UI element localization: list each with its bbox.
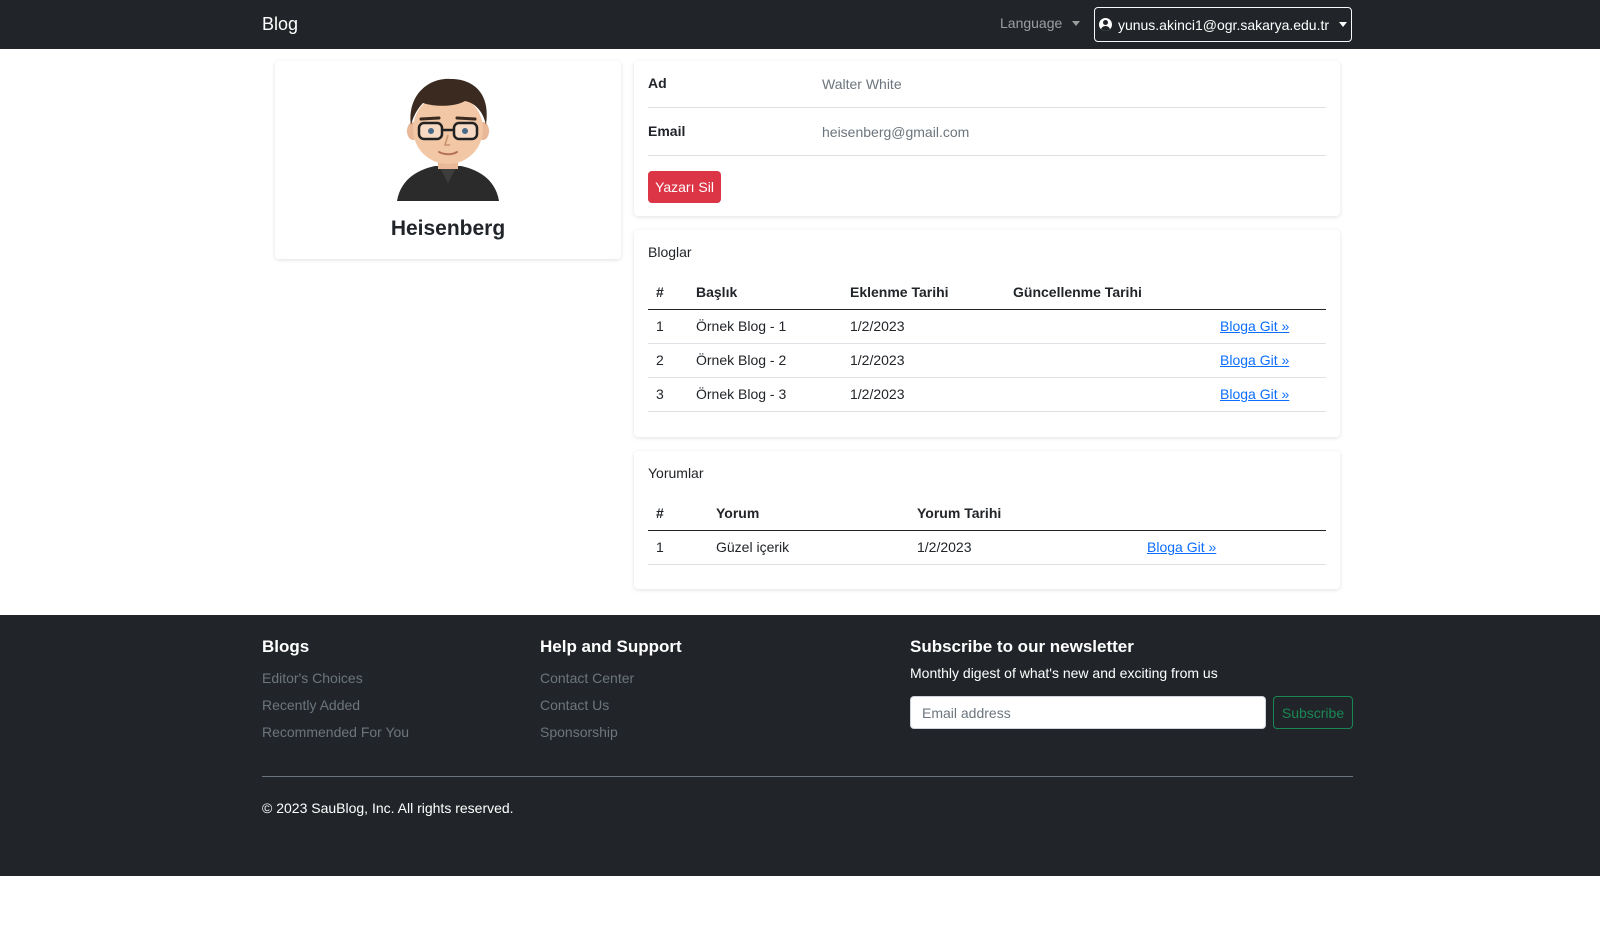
- footer-link-editors-choices[interactable]: Editor's Choices: [262, 665, 409, 692]
- cell-updated: [1005, 309, 1212, 344]
- blogs-title: Bloglar: [648, 244, 692, 260]
- user-circle-icon: [1098, 18, 1112, 31]
- comments-table: # Yorum Yorum Tarihi 1 Güzel içerik 1/2/…: [648, 496, 1326, 565]
- name-value: Walter White: [822, 76, 902, 92]
- footer-col-title: Help and Support: [540, 637, 682, 656]
- profile-name: Heisenberg: [390, 217, 506, 240]
- footer: Blogs Editor's Choices Recently Added Re…: [0, 615, 1600, 876]
- table-row: 2 Örnek Blog - 2 1/2/2023 Bloga Git »: [648, 343, 1326, 378]
- language-label: Language: [1000, 15, 1063, 31]
- col-header-title: Başlık: [688, 275, 842, 310]
- cell-title: Örnek Blog - 3: [688, 377, 842, 412]
- newsletter-title: Subscribe to our newsletter: [910, 637, 1134, 656]
- col-header-action: [1139, 496, 1326, 531]
- col-header-comment: Yorum: [708, 496, 909, 531]
- cell-index: 2: [648, 343, 688, 378]
- footer-link-contact-us[interactable]: Contact Us: [540, 692, 682, 719]
- blogs-header-row: # Başlık Eklenme Tarihi Güncellenme Tari…: [648, 275, 1326, 310]
- col-header-created: Eklenme Tarihi: [842, 275, 1005, 310]
- subscribe-button[interactable]: Subscribe: [1273, 696, 1353, 729]
- col-header-updated: Güncellenme Tarihi: [1005, 275, 1212, 310]
- table-row: 1 Güzel içerik 1/2/2023 Bloga Git »: [648, 530, 1326, 565]
- delete-author-button[interactable]: Yazarı Sil: [648, 171, 721, 203]
- info-row-name: Ad Walter White: [648, 61, 1326, 108]
- cell-created: 1/2/2023: [842, 377, 1005, 412]
- cell-index: 1: [648, 530, 708, 565]
- email-label: Email: [648, 123, 686, 139]
- avatar: [397, 78, 499, 201]
- copyright-text: © 2023 SauBlog, Inc. All rights reserved…: [262, 800, 514, 816]
- newsletter-section: Subscribe to our newsletter Monthly dige…: [910, 637, 1218, 681]
- user-menu-button[interactable]: yunus.akinci1@ogr.sakarya.edu.tr: [1094, 7, 1352, 42]
- cell-title: Örnek Blog - 1: [688, 309, 842, 344]
- table-row: 1 Örnek Blog - 1 1/2/2023 Bloga Git »: [648, 309, 1326, 344]
- col-header-index: #: [648, 496, 708, 531]
- footer-col-title: Blogs: [262, 637, 310, 656]
- col-header-comment-date: Yorum Tarihi: [909, 496, 1139, 531]
- col-header-index: #: [648, 275, 688, 310]
- go-to-blog-link[interactable]: Bloga Git »: [1220, 352, 1289, 368]
- footer-link-recently-added[interactable]: Recently Added: [262, 692, 409, 719]
- col-header-action: [1212, 275, 1326, 310]
- cell-title: Örnek Blog - 2: [688, 343, 842, 378]
- cell-index: 1: [648, 309, 688, 344]
- cell-updated: [1005, 343, 1212, 378]
- comments-card: Yorumlar # Yorum Yorum Tarihi 1 Güzel iç…: [634, 451, 1340, 589]
- go-to-blog-link[interactable]: Bloga Git »: [1220, 386, 1289, 402]
- navbar: Blog Language yunus.akinci1@ogr.sakarya.…: [0, 0, 1600, 49]
- go-to-blog-link[interactable]: Bloga Git »: [1220, 318, 1289, 334]
- footer-col-help: Help and Support Contact Center Contact …: [540, 637, 682, 746]
- blogs-card: Bloglar # Başlık Eklenme Tarihi Güncelle…: [634, 230, 1340, 437]
- name-label: Ad: [648, 75, 667, 91]
- newsletter-email-input[interactable]: [910, 696, 1266, 729]
- footer-link-contact-center[interactable]: Contact Center: [540, 665, 682, 692]
- language-dropdown[interactable]: Language: [1000, 15, 1081, 31]
- brand-link[interactable]: Blog: [262, 14, 298, 35]
- cell-created: 1/2/2023: [842, 343, 1005, 378]
- info-row-email: Email heisenberg@gmail.com: [648, 109, 1326, 156]
- profile-card: Heisenberg: [275, 61, 621, 259]
- user-email: yunus.akinci1@ogr.sakarya.edu.tr: [1117, 16, 1330, 33]
- newsletter-subtitle: Monthly digest of what's new and excitin…: [910, 665, 1218, 681]
- footer-col-blogs: Blogs Editor's Choices Recently Added Re…: [262, 637, 409, 746]
- table-row: 3 Örnek Blog - 3 1/2/2023 Bloga Git »: [648, 377, 1326, 412]
- email-value: heisenberg@gmail.com: [822, 124, 970, 140]
- footer-divider: [262, 776, 1353, 777]
- author-info-card: Ad Walter White Email heisenberg@gmail.c…: [634, 61, 1340, 216]
- cell-updated: [1005, 377, 1212, 412]
- footer-link-recommended[interactable]: Recommended For You: [262, 719, 409, 746]
- chevron-down-icon: [1072, 20, 1081, 26]
- footer-link-sponsorship[interactable]: Sponsorship: [540, 719, 682, 746]
- cell-comment: Güzel içerik: [708, 530, 909, 565]
- comments-header-row: # Yorum Yorum Tarihi: [648, 496, 1326, 531]
- cell-index: 3: [648, 377, 688, 412]
- chevron-down-icon: [1339, 22, 1348, 27]
- cell-comment-date: 1/2/2023: [909, 530, 1139, 565]
- comments-title: Yorumlar: [648, 465, 704, 481]
- blogs-table: # Başlık Eklenme Tarihi Güncellenme Tari…: [648, 275, 1326, 412]
- go-to-blog-link[interactable]: Bloga Git »: [1147, 539, 1216, 555]
- cell-created: 1/2/2023: [842, 309, 1005, 344]
